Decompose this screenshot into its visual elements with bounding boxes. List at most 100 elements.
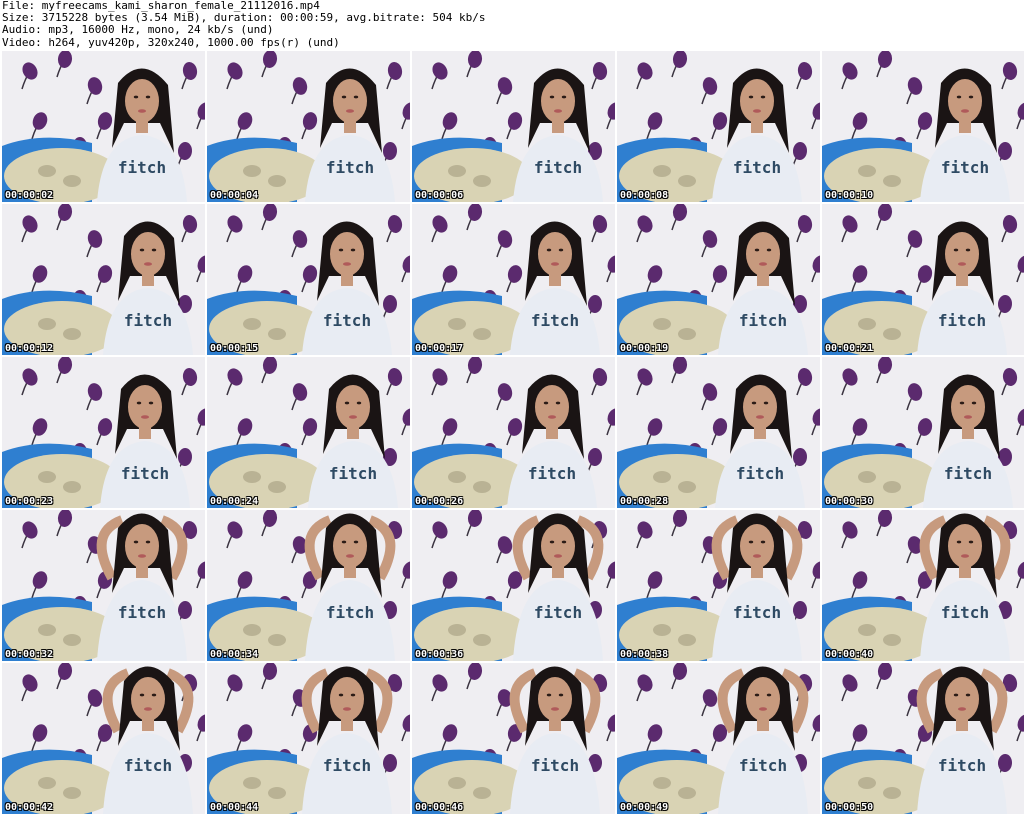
video-thumbnail[interactable]: fitch 00:00:19	[617, 204, 820, 355]
video-thumbnail[interactable]: fitch 00:00:06	[412, 51, 615, 202]
video-thumbnail[interactable]: fitch 00:00:38	[617, 510, 820, 661]
frame-image: fitch	[207, 204, 410, 355]
file-info-header: File: myfreecams_kami_sharon_female_2111…	[2, 0, 1022, 50]
frame-image: fitch	[412, 204, 615, 355]
svg-text:fitch: fitch	[326, 158, 374, 177]
frame-image: fitch	[207, 510, 410, 661]
svg-text:fitch: fitch	[941, 158, 989, 177]
frame-image: fitch	[617, 204, 820, 355]
thumbnail-timestamp: 00:00:12	[5, 343, 54, 354]
video-thumbnail[interactable]: fitch 00:00:17	[412, 204, 615, 355]
svg-text:fitch: fitch	[528, 464, 576, 483]
thumbnail-timestamp: 00:00:28	[620, 496, 669, 507]
svg-text:fitch: fitch	[124, 311, 172, 330]
video-thumbnail[interactable]: fitch 00:00:04	[207, 51, 410, 202]
thumbnail-timestamp: 00:00:30	[825, 496, 874, 507]
svg-text:fitch: fitch	[329, 464, 377, 483]
svg-text:fitch: fitch	[124, 756, 172, 775]
thumbnail-timestamp: 00:00:40	[825, 649, 874, 660]
frame-image: fitch	[822, 510, 1024, 661]
thumbnail-timestamp: 00:00:24	[210, 496, 259, 507]
video-thumbnail[interactable]: fitch 00:00:24	[207, 357, 410, 508]
svg-text:fitch: fitch	[534, 158, 582, 177]
frame-image: fitch	[617, 663, 820, 814]
frame-image: fitch	[2, 357, 205, 508]
frame-image: fitch	[2, 510, 205, 661]
video-thumbnail[interactable]: fitch 00:00:46	[412, 663, 615, 814]
svg-text:fitch: fitch	[733, 603, 781, 622]
thumbnail-timestamp: 00:00:10	[825, 190, 874, 201]
svg-text:fitch: fitch	[736, 464, 784, 483]
thumbnail-timestamp: 00:00:21	[825, 343, 874, 354]
video-thumbnail[interactable]: fitch 00:00:10	[822, 51, 1024, 202]
thumbnail-timestamp: 00:00:46	[415, 802, 464, 813]
thumbnail-timestamp: 00:00:26	[415, 496, 464, 507]
video-thumbnail[interactable]: fitch 00:00:32	[2, 510, 205, 661]
svg-text:fitch: fitch	[531, 756, 579, 775]
video-thumbnail[interactable]: fitch 00:00:36	[412, 510, 615, 661]
frame-image: fitch	[617, 51, 820, 202]
thumbnail-timestamp: 00:00:49	[620, 802, 669, 813]
svg-text:fitch: fitch	[938, 311, 986, 330]
thumbnail-timestamp: 00:00:19	[620, 343, 669, 354]
frame-image: fitch	[207, 357, 410, 508]
video-thumbnail[interactable]: fitch 00:00:34	[207, 510, 410, 661]
video-thumbnail[interactable]: fitch 00:00:40	[822, 510, 1024, 661]
thumbnail-timestamp: 00:00:36	[415, 649, 464, 660]
frame-image: fitch	[412, 663, 615, 814]
frame-image: fitch	[412, 357, 615, 508]
svg-text:fitch: fitch	[534, 603, 582, 622]
thumbnail-timestamp: 00:00:50	[825, 802, 874, 813]
svg-text:fitch: fitch	[531, 311, 579, 330]
svg-text:fitch: fitch	[941, 603, 989, 622]
video-thumbnail[interactable]: fitch 00:00:50	[822, 663, 1024, 814]
thumbnail-timestamp: 00:00:23	[5, 496, 54, 507]
video-thumbnail[interactable]: fitch 00:00:08	[617, 51, 820, 202]
frame-image: fitch	[822, 357, 1024, 508]
frame-image: fitch	[2, 204, 205, 355]
frame-image: fitch	[412, 510, 615, 661]
thumbnail-timestamp: 00:00:02	[5, 190, 54, 201]
svg-text:fitch: fitch	[739, 756, 787, 775]
svg-text:fitch: fitch	[739, 311, 787, 330]
frame-image: fitch	[617, 510, 820, 661]
video-thumbnail[interactable]: fitch 00:00:49	[617, 663, 820, 814]
video-thumbnail[interactable]: fitch 00:00:28	[617, 357, 820, 508]
svg-text:fitch: fitch	[733, 158, 781, 177]
frame-image: fitch	[617, 357, 820, 508]
frame-image: fitch	[822, 663, 1024, 814]
thumbnail-timestamp: 00:00:17	[415, 343, 464, 354]
video-thumbnail[interactable]: fitch 00:00:02	[2, 51, 205, 202]
thumbnail-timestamp: 00:00:34	[210, 649, 259, 660]
svg-text:fitch: fitch	[323, 756, 371, 775]
svg-text:fitch: fitch	[944, 464, 992, 483]
svg-text:fitch: fitch	[118, 158, 166, 177]
video-thumbnail[interactable]: fitch 00:00:42	[2, 663, 205, 814]
svg-text:fitch: fitch	[323, 311, 371, 330]
thumbnail-timestamp: 00:00:04	[210, 190, 259, 201]
frame-image: fitch	[207, 663, 410, 814]
video-thumbnail[interactable]: fitch 00:00:23	[2, 357, 205, 508]
audio-info-line: Audio: mp3, 16000 Hz, mono, 24 kb/s (und…	[2, 23, 274, 37]
video-thumbnail[interactable]: fitch 00:00:21	[822, 204, 1024, 355]
video-thumbnail[interactable]: fitch 00:00:15	[207, 204, 410, 355]
video-thumbnail[interactable]: fitch 00:00:44	[207, 663, 410, 814]
svg-text:fitch: fitch	[121, 464, 169, 483]
video-thumbnail[interactable]: fitch 00:00:26	[412, 357, 615, 508]
thumbnail-timestamp: 00:00:44	[210, 802, 259, 813]
thumbnail-timestamp: 00:00:32	[5, 649, 54, 660]
thumbnail-timestamp: 00:00:15	[210, 343, 259, 354]
frame-image: fitch	[822, 51, 1024, 202]
frame-image: fitch	[412, 51, 615, 202]
svg-text:fitch: fitch	[938, 756, 986, 775]
frame-image: fitch	[822, 204, 1024, 355]
thumbnail-timestamp: 00:00:42	[5, 802, 54, 813]
thumbnail-grid: fitch 00:00:02 fitch 00:00:04 fitch 00:0…	[2, 51, 1024, 814]
frame-image: fitch	[2, 51, 205, 202]
thumbnail-timestamp: 00:00:08	[620, 190, 669, 201]
thumbnail-timestamp: 00:00:38	[620, 649, 669, 660]
svg-text:fitch: fitch	[326, 603, 374, 622]
video-thumbnail[interactable]: fitch 00:00:12	[2, 204, 205, 355]
video-thumbnail[interactable]: fitch 00:00:30	[822, 357, 1024, 508]
video-info-line: Video: h264, yuv420p, 320x240, 1000.00 f…	[2, 35, 340, 49]
